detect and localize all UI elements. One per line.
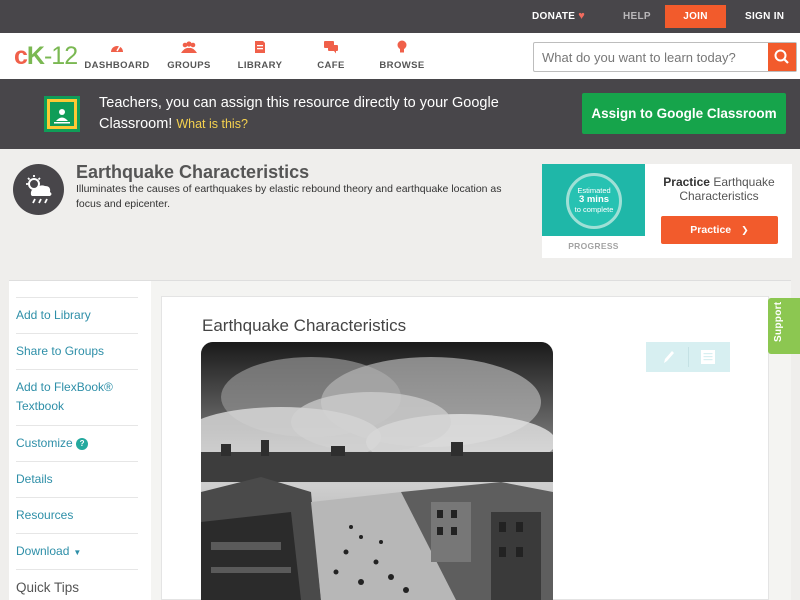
- ck12-logo[interactable]: cK-12: [14, 42, 78, 71]
- notes-icon[interactable]: [700, 349, 716, 370]
- sidebar-item-resources[interactable]: Resources: [16, 497, 138, 533]
- nav-groups[interactable]: GROUPS: [154, 40, 224, 71]
- sign-in-link[interactable]: SIGN IN: [745, 0, 784, 33]
- weather-cloud-icon: [13, 164, 64, 215]
- quick-tips-heading: Quick Tips: [16, 569, 138, 600]
- annotation-toolbar: [646, 342, 730, 372]
- library-book-icon: [255, 41, 265, 53]
- sidebar-item-share-to-groups[interactable]: Share to Groups: [16, 333, 138, 369]
- nav-cafe[interactable]: CAFE: [296, 40, 366, 71]
- assign-to-google-classroom-button[interactable]: Assign to Google Classroom: [582, 93, 786, 134]
- practice-card: Estimated 3 mins to complete PROGRESS Pr…: [542, 164, 792, 258]
- toolbar-divider: [688, 347, 689, 367]
- google-classroom-icon: [44, 96, 80, 132]
- nav-library[interactable]: LIBRARY: [225, 40, 295, 71]
- donate-link[interactable]: DONATE ♥: [532, 0, 585, 33]
- practice-button[interactable]: Practice ❯: [661, 216, 778, 244]
- pencil-icon[interactable]: [660, 348, 676, 371]
- search-icon: [774, 49, 789, 64]
- dashboard-gauge-icon: [111, 45, 123, 52]
- cafe-chat-icon: [324, 41, 338, 54]
- heart-icon: ♥: [578, 10, 586, 22]
- sidebar-item-customize[interactable]: Customize ?: [16, 425, 138, 461]
- resource-description: Illuminates the causes of earthquakes by…: [76, 183, 502, 210]
- content-title: Earthquake Characteristics: [202, 316, 407, 335]
- top-bar: DONATE ♥ HELP JOIN SIGN IN: [0, 0, 800, 33]
- nav-dashboard[interactable]: DASHBOARD: [82, 40, 152, 71]
- search-button[interactable]: [768, 43, 796, 71]
- practice-title: Practice Earthquake Characteristics: [663, 175, 775, 203]
- groups-people-icon: [181, 41, 197, 53]
- help-question-icon[interactable]: ?: [76, 438, 89, 450]
- help-link[interactable]: HELP: [623, 0, 651, 33]
- nav-browse[interactable]: BROWSE: [367, 40, 437, 71]
- sidebar-item-details[interactable]: Details: [16, 461, 138, 497]
- sidebar-item-add-to-flexbook[interactable]: Add to FlexBook® Textbook: [16, 369, 138, 425]
- main-header: cK-12 DASHBOARD GROUPS LIBRARY CAFE BROW…: [0, 33, 800, 79]
- what-is-this-link[interactable]: What is this?: [176, 117, 248, 131]
- search-box: [533, 42, 797, 72]
- chevron-right-icon: ❯: [741, 225, 749, 235]
- earthquake-fire-photo: [201, 342, 553, 600]
- search-input[interactable]: [534, 43, 770, 71]
- sidebar-item-add-to-library[interactable]: Add to Library: [16, 297, 138, 333]
- practice-thumbnail[interactable]: Estimated 3 mins to complete: [542, 164, 645, 236]
- browse-lightbulb-icon: [397, 40, 407, 53]
- donate-label: DONATE: [532, 11, 576, 22]
- classroom-message: Teachers, you can assign this resource d…: [99, 95, 499, 132]
- resource-sidebar: Add to Library Share to Groups Add to Fl…: [9, 280, 151, 600]
- support-tab[interactable]: Support: [768, 298, 800, 354]
- join-button[interactable]: JOIN: [665, 5, 726, 28]
- caret-down-icon: ▼: [73, 548, 82, 557]
- estimate-badge: Estimated 3 mins to complete: [566, 173, 622, 229]
- progress-label: PROGRESS: [568, 241, 619, 251]
- sidebar-item-download[interactable]: Download ▼: [16, 533, 138, 569]
- resource-title: Earthquake Characteristics: [76, 162, 310, 182]
